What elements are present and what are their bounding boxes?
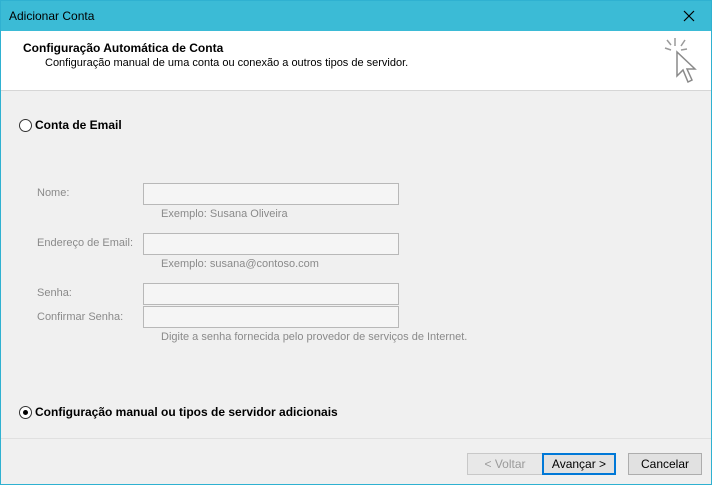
cancel-button[interactable]: Cancelar (628, 453, 702, 475)
password-field[interactable] (143, 283, 399, 305)
back-button[interactable]: < Voltar (467, 453, 543, 475)
manual-config-radio[interactable]: Configuração manual ou tipos de servidor… (19, 405, 338, 419)
radio-circle-selected (19, 405, 32, 419)
close-icon (683, 10, 695, 22)
next-button[interactable]: Avançar > (542, 453, 616, 475)
confirm-password-label: Confirmar Senha: (37, 311, 124, 323)
footer-divider (1, 438, 711, 439)
radio-circle (19, 118, 32, 132)
add-account-dialog: Adicionar Conta Configuração Automática … (0, 0, 712, 485)
header-title: Configuração Automática de Conta (23, 41, 224, 55)
password-label: Senha: (37, 287, 72, 299)
title-bar: Adicionar Conta (1, 1, 711, 31)
email-hint: Exemplo: susana@contoso.com (161, 258, 319, 270)
window-title: Adicionar Conta (9, 9, 95, 23)
name-hint: Exemplo: Susana Oliveira (161, 208, 288, 220)
name-field[interactable] (143, 183, 399, 205)
confirm-password-field[interactable] (143, 306, 399, 328)
name-label: Nome: (37, 187, 70, 199)
cursor-click-icon (664, 38, 697, 84)
email-field[interactable] (143, 233, 399, 255)
header-subtitle: Configuração manual de uma conta ou cone… (45, 57, 409, 69)
password-hint: Digite a senha fornecida pelo provedor d… (161, 331, 468, 343)
manual-config-label: Configuração manual ou tipos de servidor… (35, 405, 338, 419)
email-label: Endereço de Email: (37, 237, 133, 249)
email-account-radio[interactable]: Conta de Email (19, 118, 122, 132)
header-panel: Configuração Automática de Conta Configu… (1, 31, 711, 91)
email-account-label: Conta de Email (35, 118, 122, 132)
close-button[interactable] (667, 1, 711, 31)
